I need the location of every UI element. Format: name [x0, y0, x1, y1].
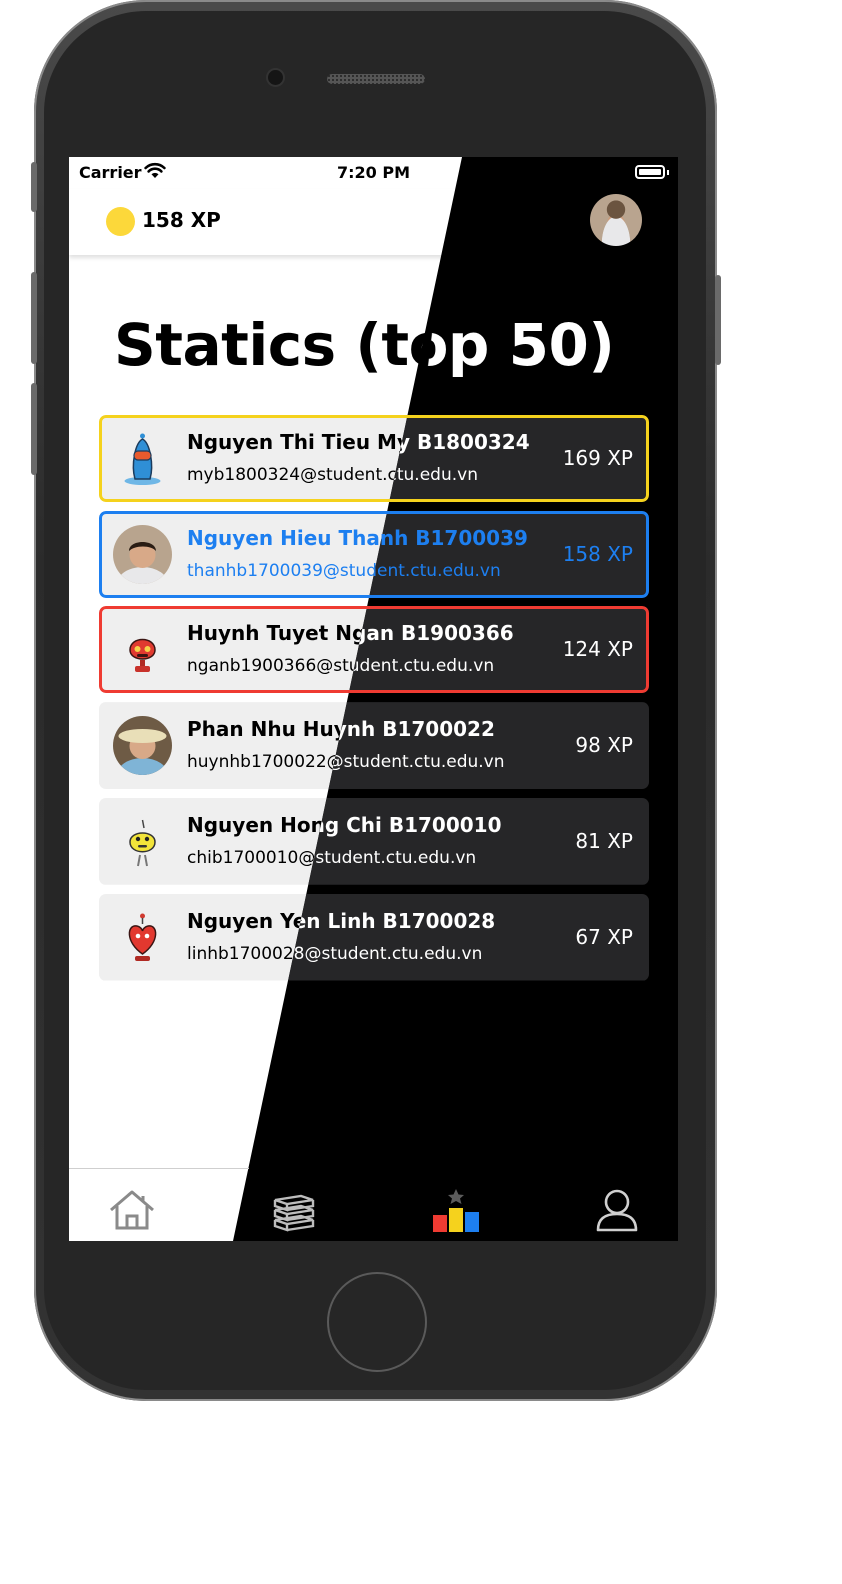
- blue-robot-avatar: [113, 429, 172, 488]
- power-button: [715, 275, 721, 365]
- app-header: 158 XP: [69, 189, 678, 255]
- tab-bar-divider: [69, 1168, 249, 1169]
- user-xp: 67 XP: [575, 924, 633, 949]
- user-xp: 124 XP: [562, 637, 633, 662]
- leaderboard-card[interactable]: Nguyen Thi Tieu My B1800324 myb1800324@st…: [99, 415, 649, 502]
- red-heart-robot-avatar: [113, 908, 172, 967]
- user-xp: 169 XP: [562, 446, 633, 470]
- red-robot-avatar: [113, 620, 172, 679]
- leaderboard-card[interactable]: Nguyen Yen Linh B1700028 linhb1700028@stu…: [99, 893, 649, 981]
- mute-switch: [31, 162, 37, 212]
- home-icon[interactable]: [107, 1188, 157, 1232]
- home-button[interactable]: [327, 1272, 427, 1372]
- xp-total: 158 XP: [142, 208, 221, 232]
- status-bar: Carrier 7:20 PM: [69, 157, 678, 189]
- user-xp: 98 XP: [575, 733, 633, 758]
- wifi-icon: [144, 162, 166, 178]
- user-icon[interactable]: [592, 1188, 642, 1232]
- front-camera: [268, 70, 283, 85]
- photo-avatar: [113, 716, 172, 776]
- tab-bar: [69, 1168, 678, 1241]
- volume-down-button: [31, 383, 37, 475]
- profile-avatar[interactable]: [590, 194, 642, 246]
- battery-icon: [635, 165, 665, 179]
- leaderboard-icon[interactable]: [431, 1188, 481, 1232]
- leaderboard-card[interactable]: Nguyen Hong Chi B1700010 chib1700010@stud…: [99, 797, 649, 885]
- volume-up-button: [31, 272, 37, 364]
- battery-cap: [667, 170, 669, 175]
- user-xp: 158 XP: [562, 541, 633, 566]
- earpiece-speaker: [327, 74, 425, 84]
- books-icon[interactable]: [269, 1188, 319, 1232]
- leaderboard-card[interactable]: Nguyen Hieu Thanh B1700039 thanhb1700039@…: [99, 510, 649, 598]
- leaderboard-card[interactable]: Phan Nhu Huynh B1700022 huynhb1700022@stu…: [99, 702, 649, 790]
- clock: 7:20 PM: [337, 163, 411, 182]
- user-xp: 81 XP: [575, 828, 633, 853]
- coin-icon: [106, 207, 135, 236]
- yellow-robot-avatar: [113, 812, 172, 871]
- app-screen: Carrier 7:20 PM 158 XP Statics (top 50) …: [69, 157, 678, 1241]
- carrier-label: Carrier: [79, 163, 142, 182]
- page-title: Statics (top 50): [114, 311, 615, 379]
- photo-avatar: [113, 524, 172, 584]
- leaderboard-card[interactable]: Huynh Tuyet Ngan B1900366 nganb1900366@st…: [99, 606, 649, 694]
